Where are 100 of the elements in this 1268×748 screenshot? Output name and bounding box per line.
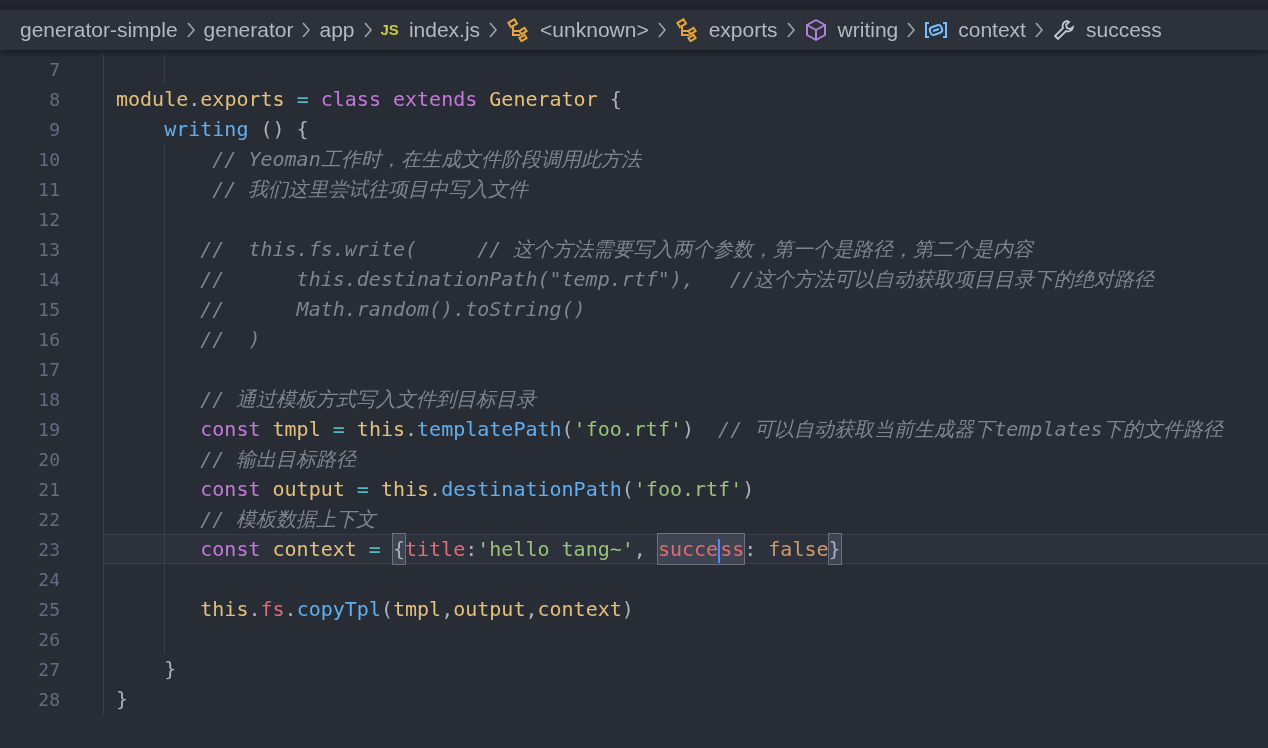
line-number: 8 (48, 87, 61, 112)
code-token: : (465, 536, 478, 563)
code-token: } (116, 686, 129, 713)
code-token: . (405, 416, 418, 443)
code-token: ) (742, 476, 755, 503)
code-token: const (199, 416, 261, 443)
chevron-icon (906, 22, 917, 38)
breadcrumb-item[interactable]: <unknown> (540, 14, 649, 46)
code-token: this (380, 476, 430, 503)
code-token: fs (260, 596, 285, 623)
line-number: 12 (37, 207, 61, 232)
code-token: const (199, 476, 261, 503)
code-token: context (271, 536, 357, 563)
code-token: // 输出目标路径 (199, 446, 357, 473)
code-token: 'foo.rtf' (633, 476, 743, 503)
code-token: class (320, 86, 381, 113)
wrench-icon (1051, 18, 1076, 42)
line-number: 22 (37, 507, 61, 532)
line-number: 26 (37, 627, 61, 652)
code-token: // ) (199, 326, 261, 353)
cube-icon (803, 18, 828, 42)
code-token: . (248, 596, 261, 623)
line-number: 7 (48, 57, 61, 82)
chevron-icon (656, 22, 667, 38)
code-token: // Yeoman工作时，在生成文件阶段调用此方法 (211, 146, 641, 173)
chevron-icon (488, 22, 499, 38)
breadcrumb-item[interactable]: generator-simple (20, 14, 178, 46)
chevron-icon (785, 22, 796, 38)
chevron-icon (1033, 22, 1044, 38)
code-token: extends (391, 86, 478, 113)
line-number: 9 (48, 117, 61, 142)
code-token: // 模板数据上下文 (199, 506, 377, 533)
code-token: = (295, 86, 310, 113)
line-number: 19 (37, 417, 61, 442)
code-token: . (188, 86, 201, 113)
text-cursor (718, 538, 721, 563)
code-token: Generator (488, 86, 598, 113)
line-number: 16 (37, 327, 61, 352)
line-number: 20 (37, 447, 61, 472)
hierarchy-icon (674, 18, 699, 42)
code-token: , (633, 536, 647, 563)
chevron-icon (301, 22, 312, 38)
line-number: 17 (37, 357, 61, 382)
line-number: 25 (37, 597, 61, 622)
code-token: { (392, 534, 405, 564)
code-token: } (828, 534, 841, 564)
code-token: ( (561, 416, 574, 443)
code-token: // 通过模板方式写入文件到目标目录 (199, 386, 537, 413)
code-token: module (116, 86, 189, 113)
code-token: // this.fs.write( // 这个方法需要写入两个参数，第一个是路径，第二个是内容 (199, 236, 1034, 263)
line-number: 14 (37, 267, 61, 292)
breadcrumb-item[interactable]: generator (203, 14, 294, 46)
code-token: writing (163, 116, 249, 143)
line-number: 18 (37, 387, 61, 412)
code-token: , (441, 596, 454, 623)
code-token: succe ss (657, 534, 745, 564)
chevron-icon (185, 22, 196, 38)
breadcrumb-item[interactable]: success (1085, 14, 1162, 46)
code-token: = (367, 536, 382, 563)
code-token: , (525, 596, 538, 623)
code-token: exports (200, 86, 285, 113)
code-token: output (453, 596, 526, 623)
code-token: this (199, 596, 249, 623)
line-number: 24 (37, 567, 61, 592)
code-token: templatePath (417, 416, 562, 443)
line-number: 27 (37, 657, 61, 682)
code-token: . (284, 596, 297, 623)
code-token: false (768, 536, 829, 563)
code-token: ( (380, 596, 393, 623)
code-token: copyTpl (296, 596, 381, 623)
code-token: { (608, 86, 622, 113)
code-token: 'hello tang~' (477, 536, 634, 563)
code-token: tmpl (393, 596, 442, 623)
line-number: 28 (37, 687, 61, 712)
code-token: output (271, 476, 345, 503)
code-token: ) (621, 596, 634, 623)
hierarchy-icon (506, 18, 531, 42)
code-token: } (163, 656, 177, 683)
breadcrumb-item[interactable]: index.js (408, 14, 481, 46)
line-number: 13 (37, 237, 61, 262)
code-token: = (355, 476, 370, 503)
code-token: ( (621, 476, 634, 503)
breadcrumb-item[interactable]: exports (708, 14, 778, 46)
code-token: destinationPath (441, 476, 622, 503)
breadcrumb-item[interactable]: app (319, 14, 355, 46)
line-number: 11 (37, 177, 61, 202)
code-token: tmpl (271, 416, 321, 443)
code-token: context (537, 596, 622, 623)
code-token: // this.destinationPath("temp.rtf"), //这个方法可以自动获取项目目录下的绝对路径 (199, 266, 1155, 293)
chevron-icon (362, 22, 373, 38)
code-token: // 可以自动获取当前生成器下templates下的文件路径 (717, 416, 1223, 443)
line-number: 21 (37, 477, 61, 502)
code-token: // 我们这里尝试往项目中写入文件 (211, 176, 529, 203)
code-token: title (405, 536, 466, 563)
code-token: const (199, 536, 261, 563)
breadcrumb-item[interactable]: writing (837, 14, 899, 46)
line-number: 10 (37, 147, 61, 172)
line-number: 15 (37, 297, 61, 322)
breadcrumb-item[interactable]: context (958, 14, 1026, 46)
code-token: . (429, 476, 442, 503)
